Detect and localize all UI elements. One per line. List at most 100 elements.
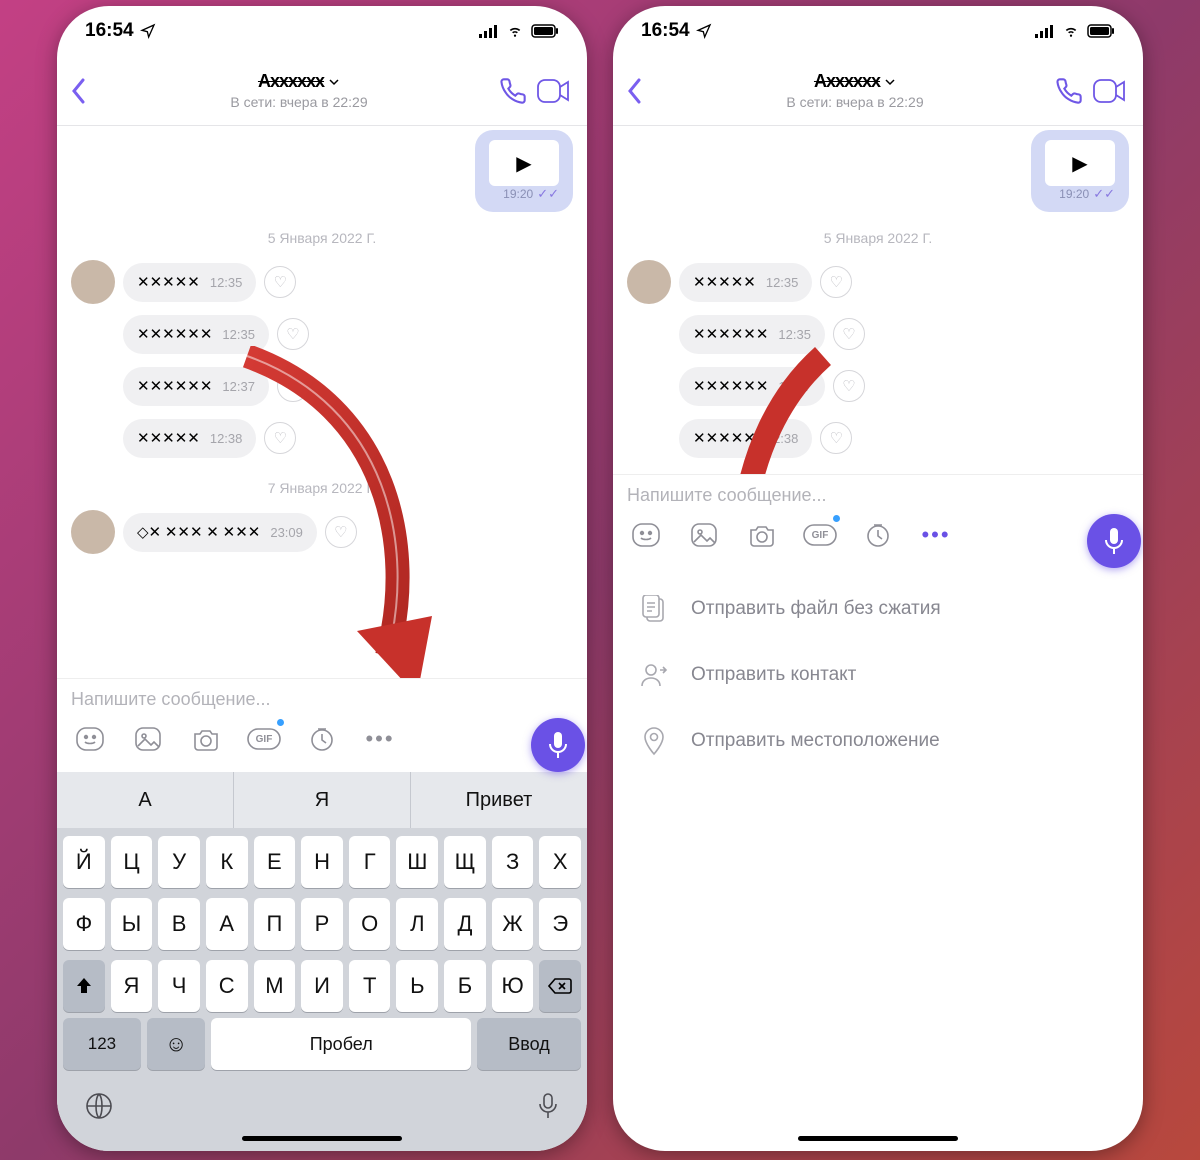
react-button[interactable]: ♡ (820, 266, 852, 298)
play-icon[interactable]: ▶ (1045, 140, 1115, 186)
avatar[interactable] (627, 260, 671, 304)
voice-call-button[interactable] (493, 71, 533, 111)
sticker-icon[interactable] (73, 722, 107, 756)
menu-send-location[interactable]: Отправить местоположение (613, 708, 1143, 774)
key[interactable]: Ш (396, 836, 438, 888)
incoming-message[interactable]: ✕✕✕✕✕✕12:37 (679, 367, 825, 406)
incoming-message[interactable]: ✕✕✕✕✕✕12:35 (123, 315, 269, 354)
message-input[interactable] (627, 485, 1129, 506)
key[interactable]: Е (254, 836, 296, 888)
avatar[interactable] (71, 510, 115, 554)
react-button[interactable]: ♡ (277, 370, 309, 402)
numbers-key[interactable]: 123 (63, 1018, 141, 1070)
contact-name[interactable]: Axxxxxx (814, 71, 896, 92)
home-indicator[interactable] (798, 1136, 958, 1141)
key[interactable]: Б (444, 960, 486, 1012)
enter-key[interactable]: Ввод (477, 1018, 581, 1070)
back-button[interactable] (627, 78, 661, 104)
camera-icon[interactable] (189, 722, 223, 756)
suggestion[interactable]: А (57, 772, 234, 828)
chat-scroll[interactable]: ▶ 19:20✓✓ 5 Января 2022 Г. ✕✕✕✕✕12:35 ♡ … (57, 126, 587, 678)
gallery-icon[interactable] (687, 518, 721, 552)
emoji-key[interactable]: ☺ (147, 1018, 205, 1070)
react-button[interactable]: ♡ (833, 370, 865, 402)
menu-send-contact[interactable]: Отправить контакт (613, 642, 1143, 708)
suggestion[interactable]: Я (234, 772, 411, 828)
key[interactable]: У (158, 836, 200, 888)
incoming-message[interactable]: ✕✕✕✕✕12:35 (123, 263, 256, 302)
contact-name[interactable]: Axxxxxx (258, 71, 340, 92)
location-arrow-icon (696, 23, 712, 39)
key[interactable]: Ж (492, 898, 534, 950)
key[interactable]: С (206, 960, 248, 1012)
avatar[interactable] (71, 260, 115, 304)
suggestion[interactable]: Привет (411, 772, 587, 828)
outgoing-message[interactable]: ▶ 19:20✓✓ (475, 130, 573, 212)
incoming-message[interactable]: ✕✕✕✕✕12:38 (123, 419, 256, 458)
key[interactable]: Ч (158, 960, 200, 1012)
react-button[interactable]: ♡ (264, 422, 296, 454)
video-call-button[interactable] (1089, 71, 1129, 111)
key[interactable]: Я (111, 960, 153, 1012)
key[interactable]: Ц (111, 836, 153, 888)
react-button[interactable]: ♡ (277, 318, 309, 350)
key[interactable]: Ю (492, 960, 534, 1012)
key[interactable]: О (349, 898, 391, 950)
key[interactable]: М (254, 960, 296, 1012)
sticker-icon[interactable] (629, 518, 663, 552)
key[interactable]: Д (444, 898, 486, 950)
gif-icon[interactable]: GIF (247, 722, 281, 756)
chat-header: Axxxxxx В сети: вчера в 22:29 (57, 56, 587, 126)
voice-record-button[interactable] (531, 718, 585, 772)
key[interactable]: Н (301, 836, 343, 888)
home-indicator[interactable] (242, 1136, 402, 1141)
key[interactable]: Э (539, 898, 581, 950)
play-icon[interactable]: ▶ (489, 140, 559, 186)
gif-icon[interactable]: GIF (803, 518, 837, 552)
incoming-message[interactable]: ◇✕ ✕✕✕ ✕ ✕✕✕23:09 (123, 513, 317, 552)
voice-record-button[interactable] (1087, 514, 1141, 568)
key[interactable]: Ь (396, 960, 438, 1012)
video-call-button[interactable] (533, 71, 573, 111)
more-button[interactable]: ••• (363, 722, 397, 756)
globe-key[interactable] (85, 1092, 113, 1120)
chat-scroll[interactable]: ▶ 19:20✓✓ 5 Января 2022 Г. ✕✕✕✕✕12:35 ♡ … (613, 126, 1143, 474)
key[interactable]: Ф (63, 898, 105, 950)
timer-icon[interactable] (305, 722, 339, 756)
camera-icon[interactable] (745, 518, 779, 552)
voice-call-button[interactable] (1049, 71, 1089, 111)
gallery-icon[interactable] (131, 722, 165, 756)
key[interactable]: В (158, 898, 200, 950)
incoming-message[interactable]: ✕✕✕✕✕12:38 (679, 419, 812, 458)
react-button[interactable]: ♡ (820, 422, 852, 454)
key[interactable]: Х (539, 836, 581, 888)
key[interactable]: Р (301, 898, 343, 950)
key[interactable]: А (206, 898, 248, 950)
key[interactable]: Т (349, 960, 391, 1012)
outgoing-message[interactable]: ▶ 19:20✓✓ (1031, 130, 1129, 212)
key[interactable]: П (254, 898, 296, 950)
key[interactable]: Й (63, 836, 105, 888)
timer-icon[interactable] (861, 518, 895, 552)
more-button[interactable]: ••• (919, 518, 953, 552)
back-button[interactable] (71, 78, 105, 104)
key[interactable]: И (301, 960, 343, 1012)
incoming-message[interactable]: ✕✕✕✕✕✕12:37 (123, 367, 269, 406)
key[interactable]: К (206, 836, 248, 888)
incoming-message[interactable]: ✕✕✕✕✕✕12:35 (679, 315, 825, 354)
dictation-key[interactable] (537, 1092, 559, 1120)
space-key[interactable]: Пробел (211, 1018, 471, 1070)
react-button[interactable]: ♡ (833, 318, 865, 350)
react-button[interactable]: ♡ (264, 266, 296, 298)
shift-key[interactable] (63, 960, 105, 1012)
key[interactable]: Г (349, 836, 391, 888)
key[interactable]: Л (396, 898, 438, 950)
incoming-message[interactable]: ✕✕✕✕✕12:35 (679, 263, 812, 302)
message-input[interactable] (71, 689, 573, 710)
key[interactable]: Ы (111, 898, 153, 950)
react-button[interactable]: ♡ (325, 516, 357, 548)
key[interactable]: З (492, 836, 534, 888)
menu-send-file[interactable]: Отправить файл без сжатия (613, 576, 1143, 642)
backspace-key[interactable] (539, 960, 581, 1012)
key[interactable]: Щ (444, 836, 486, 888)
